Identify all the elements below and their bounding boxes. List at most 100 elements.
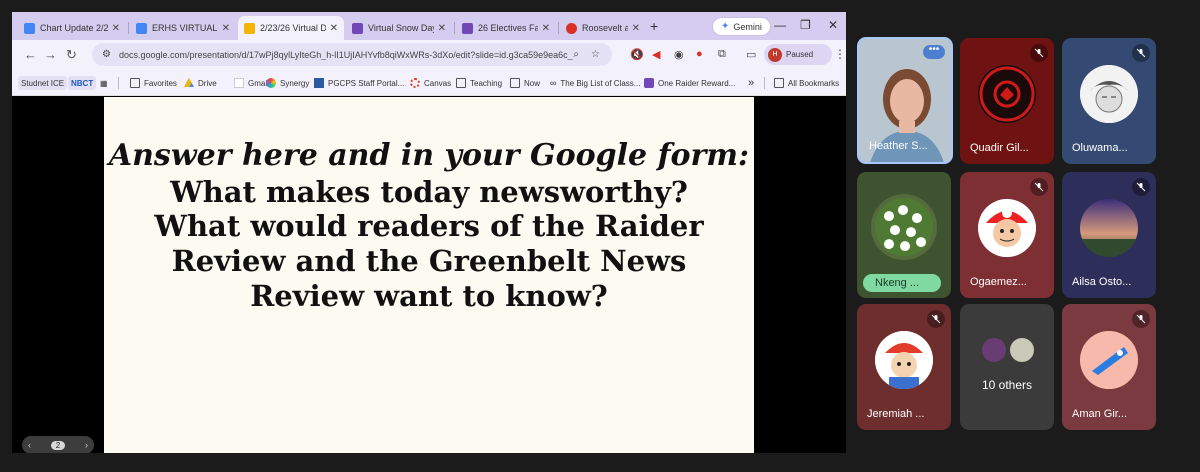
slide-number: 2 [50, 440, 66, 450]
bookmark-synergy[interactable]: Synergy [266, 76, 309, 90]
bookmark-label: Synergy [280, 78, 310, 88]
gemini-button[interactable]: ✦ Gemini [712, 17, 771, 36]
profile-status: Paused [786, 50, 814, 59]
reload-icon[interactable]: ↻ [66, 47, 77, 63]
bookmark-canvas[interactable]: Canvas [410, 76, 451, 90]
mic-off-icon [1132, 44, 1150, 62]
participant-tile-aman[interactable]: Aman Gir... [1062, 304, 1156, 430]
gemini-label: Gemini [733, 21, 762, 32]
extension-icon[interactable]: ◉ [674, 48, 684, 61]
new-tab-button[interactable]: + [650, 18, 658, 34]
participant-name: Aman Gir... [1072, 408, 1128, 420]
tab-divider [558, 22, 559, 34]
all-bookmarks-button[interactable]: All Bookmarks [774, 76, 839, 90]
avatar [978, 65, 1036, 124]
more-options-icon[interactable]: ••• [923, 45, 945, 59]
bookmark-label: Canvas [424, 78, 452, 88]
mic-off-icon [1132, 178, 1150, 196]
mic-off-icon [1132, 310, 1150, 328]
avatar [978, 199, 1036, 258]
tab-roosevelt-pgc[interactable]: Roosevelt and PGC ✕ [560, 16, 646, 40]
close-icon[interactable]: ✕ [632, 23, 640, 34]
slide-viewport: Answer here and in your Google form: Wha… [12, 97, 846, 453]
mute-tab-icon[interactable]: 🔇 [630, 48, 644, 61]
forward-icon[interactable]: → [44, 47, 57, 62]
avatar [1080, 65, 1138, 124]
close-icon[interactable]: ✕ [438, 23, 446, 34]
bookmark-label: Studnet ICE [21, 78, 65, 88]
back-icon[interactable]: ← [24, 47, 37, 62]
docs-icon [24, 22, 35, 34]
participant-name: Jeremiah ... [867, 408, 925, 420]
bookmark-big-list[interactable]: ∞ The Big List of Class... [550, 76, 640, 90]
tab-erhs-virtual[interactable]: ERHS VIRTUAL EDU ✕ [130, 16, 236, 40]
participant-tile-others[interactable]: 10 others [960, 304, 1054, 430]
tab-electives-fair[interactable]: 26 Electives Fair Li ✕ [456, 16, 556, 40]
bookmark-nbct[interactable]: NBCT [68, 76, 97, 90]
previous-slide-icon[interactable]: ‹ [28, 440, 31, 450]
slide-question-line: Review and the Greenbelt News [171, 244, 687, 279]
slide-question-line: Review want to know? [250, 278, 608, 313]
slide-question-line: What makes today newsworthy? [170, 174, 688, 209]
zoom-icon[interactable]: ⌕ [573, 49, 579, 60]
link-icon: ∞ [550, 78, 557, 88]
folder-icon [510, 78, 520, 88]
others-avatars [982, 338, 1034, 362]
participant-name: Quadir Gil... [970, 142, 1029, 154]
bookmark-pgcps-portal[interactable]: PGCPS Staff Portal... [314, 76, 404, 90]
bookmark-drive[interactable]: Drive [184, 76, 217, 90]
address-bar[interactable]: ⚙ docs.google.com/presentation/d/17wPj8q… [92, 43, 612, 66]
close-icon[interactable]: ✕ [330, 23, 338, 34]
sparkle-icon: ✦ [721, 21, 730, 32]
bookmark-star-icon[interactable]: ☆ [591, 49, 600, 60]
site-info-icon[interactable]: ⚙ [102, 49, 111, 60]
apps-grid-icon[interactable]: ▦ [100, 76, 108, 90]
bookmark-label: Teaching [470, 78, 503, 88]
close-icon[interactable]: ✕ [542, 23, 550, 34]
close-icon[interactable]: ✕ [112, 23, 120, 34]
next-slide-icon[interactable]: › [85, 440, 88, 450]
participant-tile-nkeng[interactable]: Nkeng ... [857, 172, 951, 298]
restore-button[interactable]: ❐ [800, 18, 811, 32]
bookmark-label: Now [524, 78, 541, 88]
tab-label: 26 Electives Fair Li [478, 23, 538, 33]
bookmark-studnet-ice[interactable]: Studnet ICE [18, 76, 68, 90]
close-window-button[interactable]: ✕ [828, 18, 838, 32]
participant-tile-heather[interactable]: ••• Heather S... [857, 37, 953, 164]
extension-icon[interactable]: ● [696, 48, 703, 60]
tab-virtual-snow-day[interactable]: Virtual Snow Day C ✕ [346, 16, 452, 40]
participant-tile-ogaemez[interactable]: Ogaemez... [960, 172, 1054, 298]
mic-off-icon [1030, 44, 1048, 62]
bookmark-teaching[interactable]: Teaching [456, 76, 502, 90]
participant-name: Oluwama... [1072, 142, 1128, 154]
bookmark-gmail[interactable]: Gmail [234, 76, 269, 90]
divider [118, 77, 119, 89]
bookmark-favorites[interactable]: Favorites [130, 76, 177, 90]
minimize-button[interactable]: — [774, 18, 786, 32]
more-bookmarks-button[interactable]: » [748, 76, 754, 90]
menu-kebab-icon[interactable]: ⋮ [834, 47, 846, 61]
avatar [982, 338, 1006, 362]
cast-icon[interactable]: ▭ [746, 48, 756, 61]
mic-off-icon [1030, 178, 1048, 196]
avatar [1010, 338, 1034, 362]
url-text[interactable]: docs.google.com/presentation/d/17wPj8qyl… [119, 50, 573, 60]
avatar [1080, 199, 1138, 258]
bookmark-now[interactable]: Now [510, 76, 540, 90]
bookmark-label: NBCT [71, 78, 94, 88]
extension-icon[interactable]: ◀ [652, 48, 660, 61]
participant-tile-ailsa[interactable]: Ailsa Osto... [1062, 172, 1156, 298]
avatar [875, 331, 933, 390]
tab-chart-update[interactable]: Chart Update 2/23/ ✕ [18, 16, 126, 40]
tab-virtual-day-active[interactable]: 2/23/26 Virtual Day ✕ [238, 16, 344, 40]
gmail-icon [234, 78, 244, 88]
extensions-puzzle-icon[interactable]: ⧉ [718, 48, 726, 61]
participant-tile-jeremiah[interactable]: Jeremiah ... [857, 304, 951, 430]
profile-button[interactable]: H Paused [764, 44, 832, 65]
participant-tile-quadir[interactable]: Quadir Gil... [960, 38, 1054, 164]
close-icon[interactable]: ✕ [222, 23, 230, 34]
tab-strip: Chart Update 2/23/ ✕ ERHS VIRTUAL EDU ✕ … [12, 12, 846, 40]
bookmark-one-raider[interactable]: One Raider Reward... [644, 76, 735, 90]
participant-tile-oluwama[interactable]: Oluwama... [1062, 38, 1156, 164]
slide-question-line: What would readers of the Raider [154, 209, 704, 244]
